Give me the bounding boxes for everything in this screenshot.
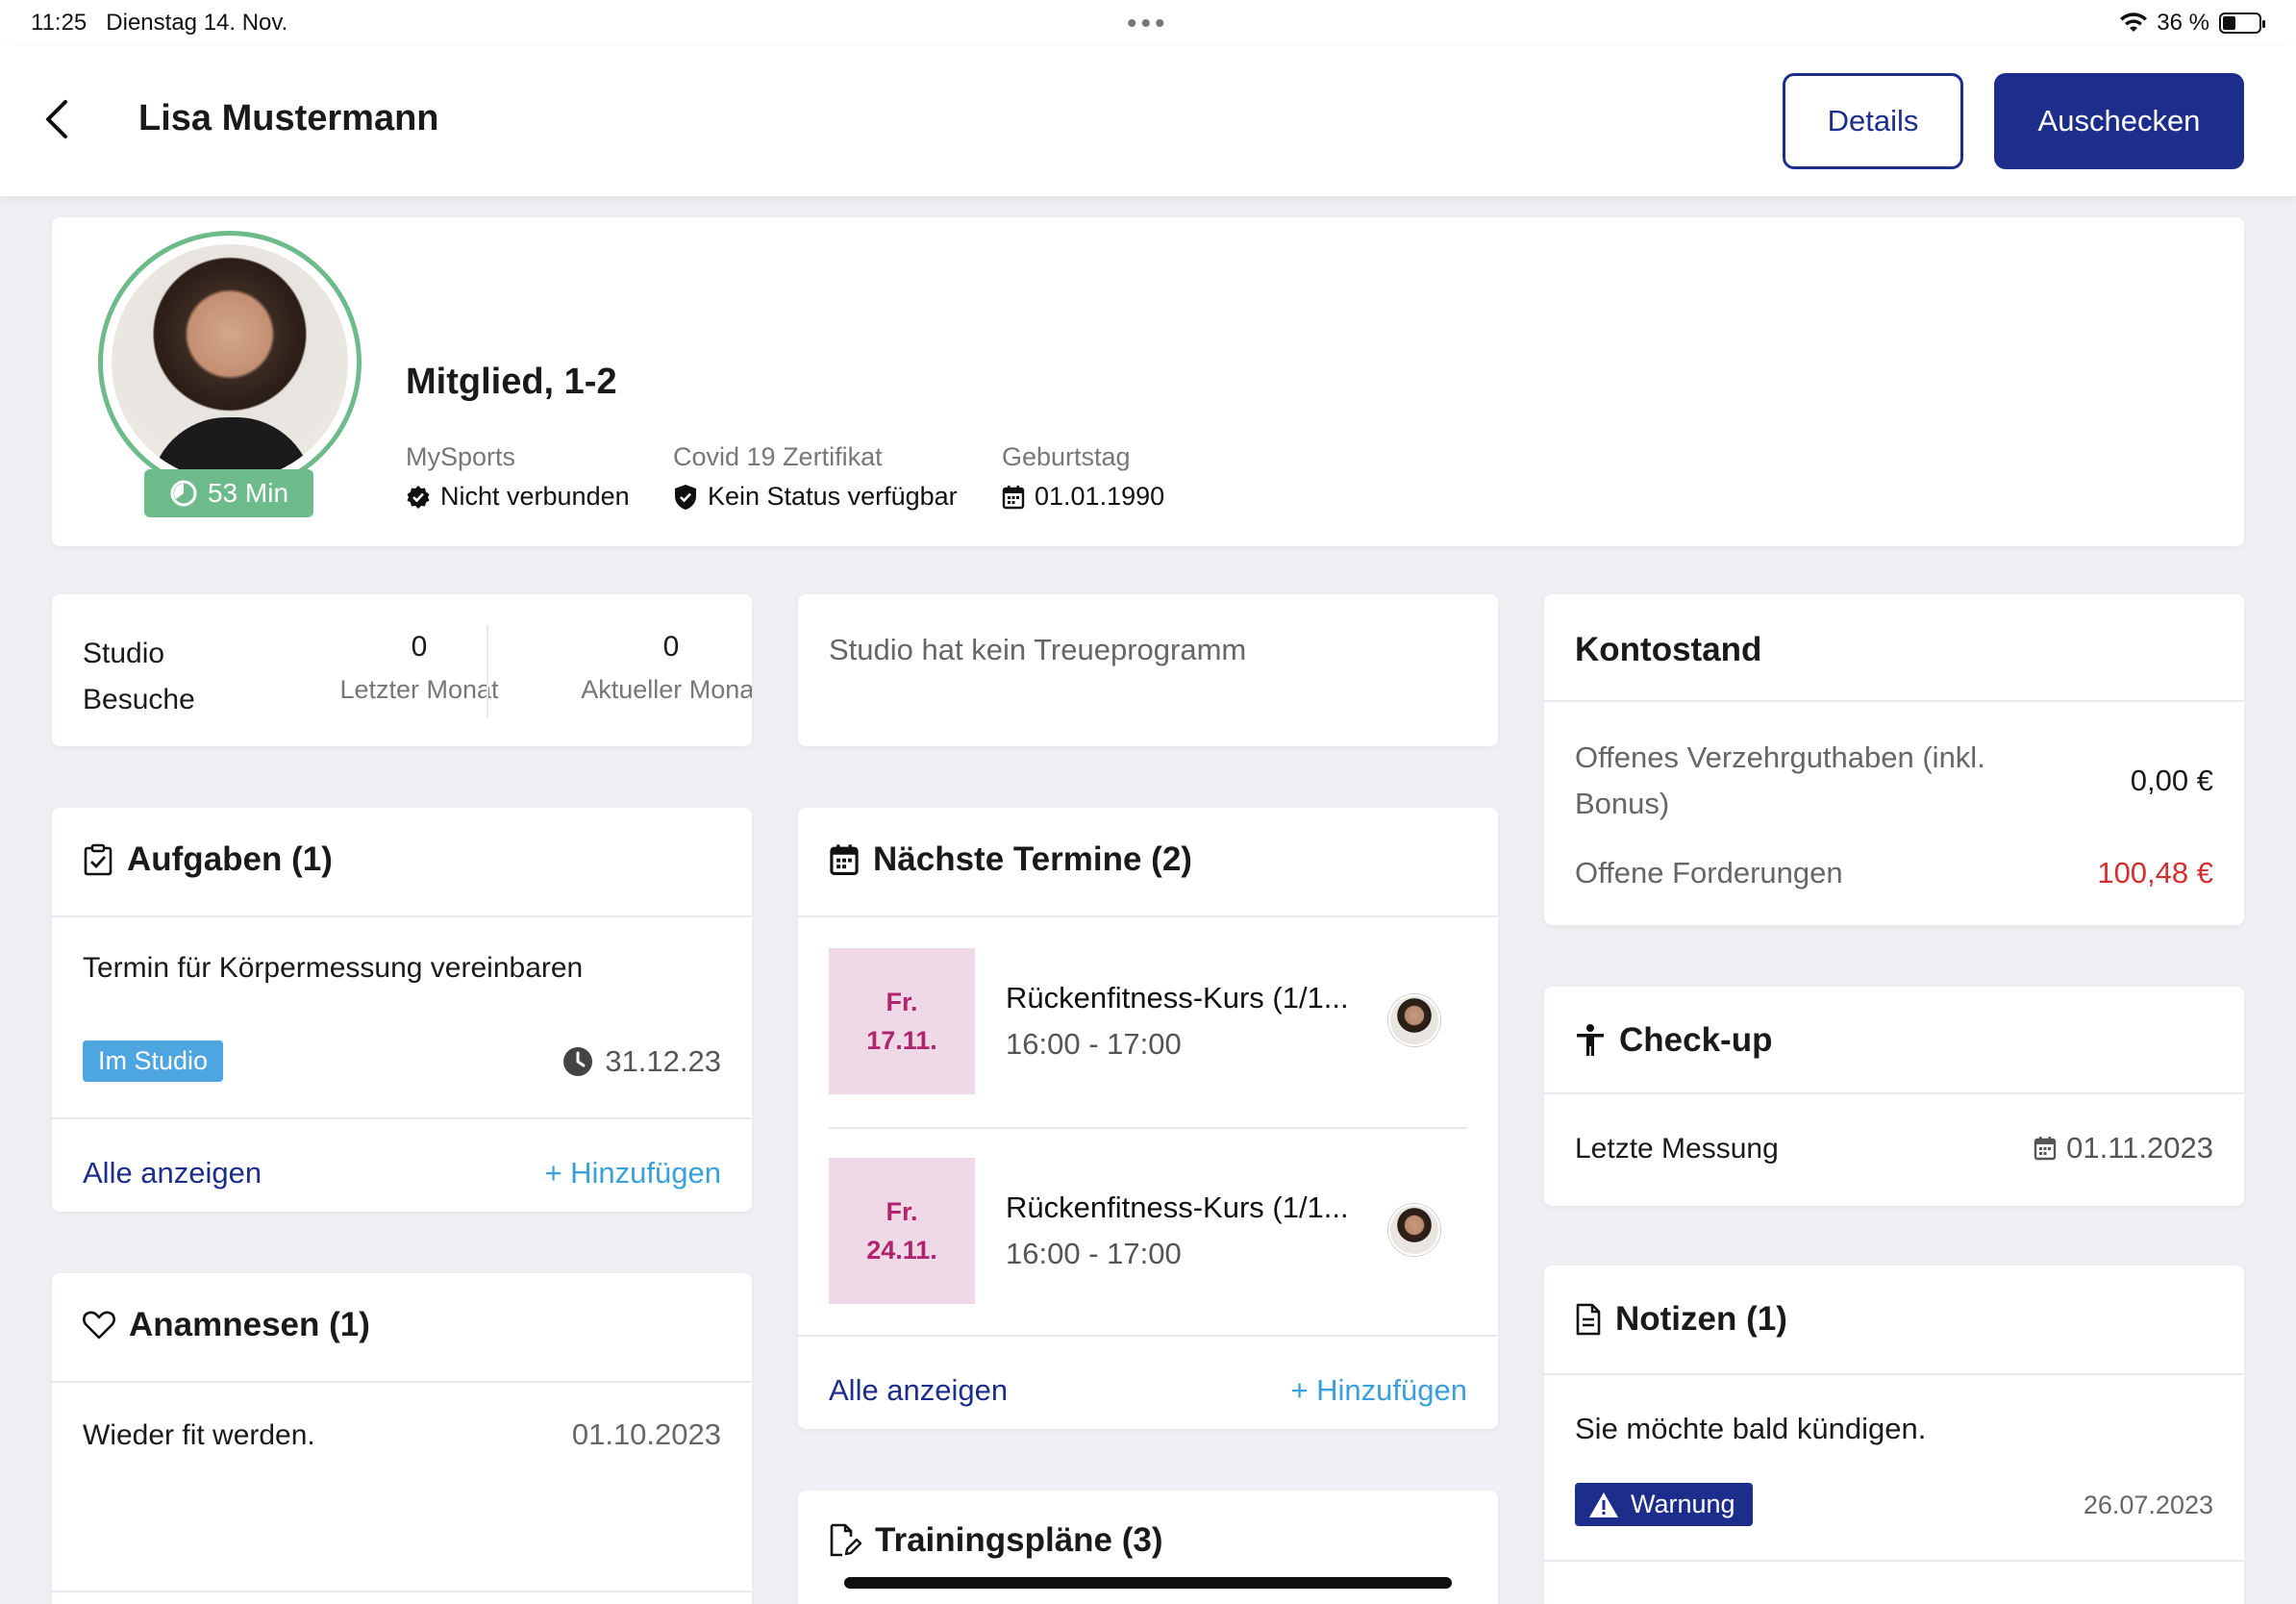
anamnesis-title: Anamnesen (1) (83, 1306, 370, 1344)
current-month-label: Aktueller Monat (581, 675, 752, 704)
mysports-info: MySports Nicht verbunden (406, 442, 630, 511)
clock-icon (563, 1047, 593, 1076)
wifi-icon (2120, 13, 2148, 32)
anamnesis-card: Anamnesen (1) Wieder fit werden. 01.10.2… (52, 1273, 752, 1604)
account-balance-card[interactable]: Kontostand Offenes Verzehrguthaben (inkl… (1544, 594, 2244, 925)
credit-value: 0,00 € (2130, 764, 2213, 797)
tasks-title: Aufgaben (1) (83, 840, 333, 879)
timer-icon (170, 480, 197, 507)
note-date: 26.07.2023 (2083, 1491, 2213, 1519)
current-month-count: 0 (662, 631, 680, 663)
warning-triangle-icon (1589, 1491, 1618, 1517)
training-title: Trainingspläne (3) (829, 1521, 1163, 1560)
birthday-info: Geburtstag 01.01.1990 (1002, 442, 1165, 511)
divider (1544, 700, 2244, 702)
profile-card: 53 Min Mitglied, 1-2 MySports Nicht verb… (52, 217, 2244, 546)
heart-icon (83, 1311, 115, 1340)
last-measurement-date: 01.11.2023 (2034, 1131, 2213, 1165)
appointments-title: Nächste Termine (2) (829, 840, 1192, 879)
studio-visits-card: Studio Besuche 0 Letzter Monat 0 Aktuelle… (52, 594, 752, 746)
clipboard-check-icon (84, 843, 112, 876)
avatar[interactable] (112, 244, 348, 481)
notes-title: Notizen (1) (1575, 1300, 1787, 1339)
checkin-duration-badge: 53 Min (144, 469, 313, 517)
divider (52, 1381, 752, 1383)
person-icon (1577, 1024, 1604, 1056)
divider (798, 915, 1498, 917)
membership-title: Mitglied, 1-2 (406, 362, 617, 402)
task-location-tag: Im Studio (83, 1040, 224, 1082)
shield-check-icon (675, 484, 696, 510)
divider (52, 1591, 752, 1592)
claims-value: 100,48 € (2097, 856, 2213, 890)
appointments-add-link[interactable]: + Hinzufügen (1290, 1373, 1467, 1408)
trainer-avatar (1388, 994, 1440, 1046)
task-text[interactable]: Termin für Körpermessung vereinbaren (83, 952, 583, 985)
divider (52, 1117, 752, 1119)
tasks-show-all-link[interactable]: Alle anzeigen (83, 1156, 262, 1190)
trainer-avatar (1388, 1204, 1440, 1256)
visits-label: Studio Besuche (83, 638, 195, 715)
status-bar: 11:25 Dienstag 14. Nov. ••• 36 % (0, 0, 2296, 46)
details-button[interactable]: Details (1783, 73, 1963, 169)
avatar-ring (98, 231, 362, 494)
divider (829, 1127, 1467, 1129)
notes-card: Notizen (1) Sie möchte bald kündigen. Wa… (1544, 1266, 2244, 1604)
checkup-title: Check-up (1575, 1021, 1772, 1060)
calendar-icon (1002, 485, 1025, 509)
appointment-time: 16:00 - 17:00 (1006, 1027, 1182, 1061)
tasks-add-link[interactable]: + Hinzufügen (544, 1156, 721, 1190)
divider (1544, 1560, 2244, 1562)
appointment-date-box: Fr. 17.11. (829, 948, 975, 1094)
divider (1544, 1092, 2244, 1094)
last-month-count: 0 (411, 631, 428, 663)
checkout-button[interactable]: Auschecken (1994, 73, 2244, 169)
divider (52, 915, 752, 917)
home-indicator[interactable] (844, 1577, 1452, 1589)
tasks-card: Aufgaben (1) Termin für Körpermessung ve… (52, 808, 752, 1212)
back-chevron-icon[interactable] (38, 96, 77, 142)
note-text[interactable]: Sie möchte bald kündigen. (1575, 1412, 1926, 1446)
loyalty-card: Studio hat kein Treueprogramm (798, 594, 1498, 746)
status-indicators: 36 % (2120, 10, 2265, 37)
appointments-card: Nächste Termine (2) Fr. 17.11. Rückenfitn… (798, 808, 1498, 1429)
page-title: Lisa Mustermann (138, 98, 439, 138)
divider (798, 1335, 1498, 1337)
anamnesis-text[interactable]: Wieder fit werden. (83, 1419, 315, 1452)
multitasking-dots-icon[interactable]: ••• (1127, 8, 1169, 40)
appointment-time: 16:00 - 17:00 (1006, 1237, 1182, 1270)
divider (1544, 1373, 2244, 1375)
claims-label: Offene Forderungen (1575, 856, 1843, 890)
battery-percent: 36 % (2157, 10, 2209, 36)
document-icon (1576, 1303, 1601, 1336)
credit-label: Offenes Verzehrguthaben (inkl. Bonus) (1575, 740, 1985, 820)
verified-badge-icon (407, 485, 430, 509)
last-measurement-label: Letzte Messung (1575, 1133, 1779, 1165)
last-month-label: Letzter Monat (339, 675, 499, 704)
appointment-date-box: Fr. 24.11. (829, 1158, 975, 1304)
visits-divider (487, 625, 488, 717)
task-due: 31.12.23 (562, 1044, 721, 1079)
anamnesis-date: 01.10.2023 (571, 1417, 721, 1451)
loyalty-text: Studio hat kein Treueprogramm (829, 633, 1247, 666)
status-time-date: 11:25 Dienstag 14. Nov. (31, 10, 288, 36)
warning-tag: Warnung (1575, 1483, 1753, 1526)
calendar-icon (2034, 1137, 2057, 1161)
calendar-icon (830, 844, 859, 875)
document-edit-icon (830, 1523, 861, 1557)
appointment-title: Rückenfitness-Kurs (1/1... (1006, 1190, 1349, 1224)
appointments-show-all-link[interactable]: Alle anzeigen (829, 1373, 1008, 1408)
battery-icon (2219, 13, 2265, 34)
checkup-card[interactable]: Check-up Letzte Messung 01.11.2023 (1544, 987, 2244, 1206)
appointment-title: Rückenfitness-Kurs (1/1... (1006, 981, 1349, 1015)
app-header: Lisa Mustermann Details Auschecken (0, 46, 2296, 196)
covid-info: Covid 19 Zertifikat Kein Status verfügba… (673, 442, 958, 511)
account-title: Kontostand (1575, 631, 1762, 668)
